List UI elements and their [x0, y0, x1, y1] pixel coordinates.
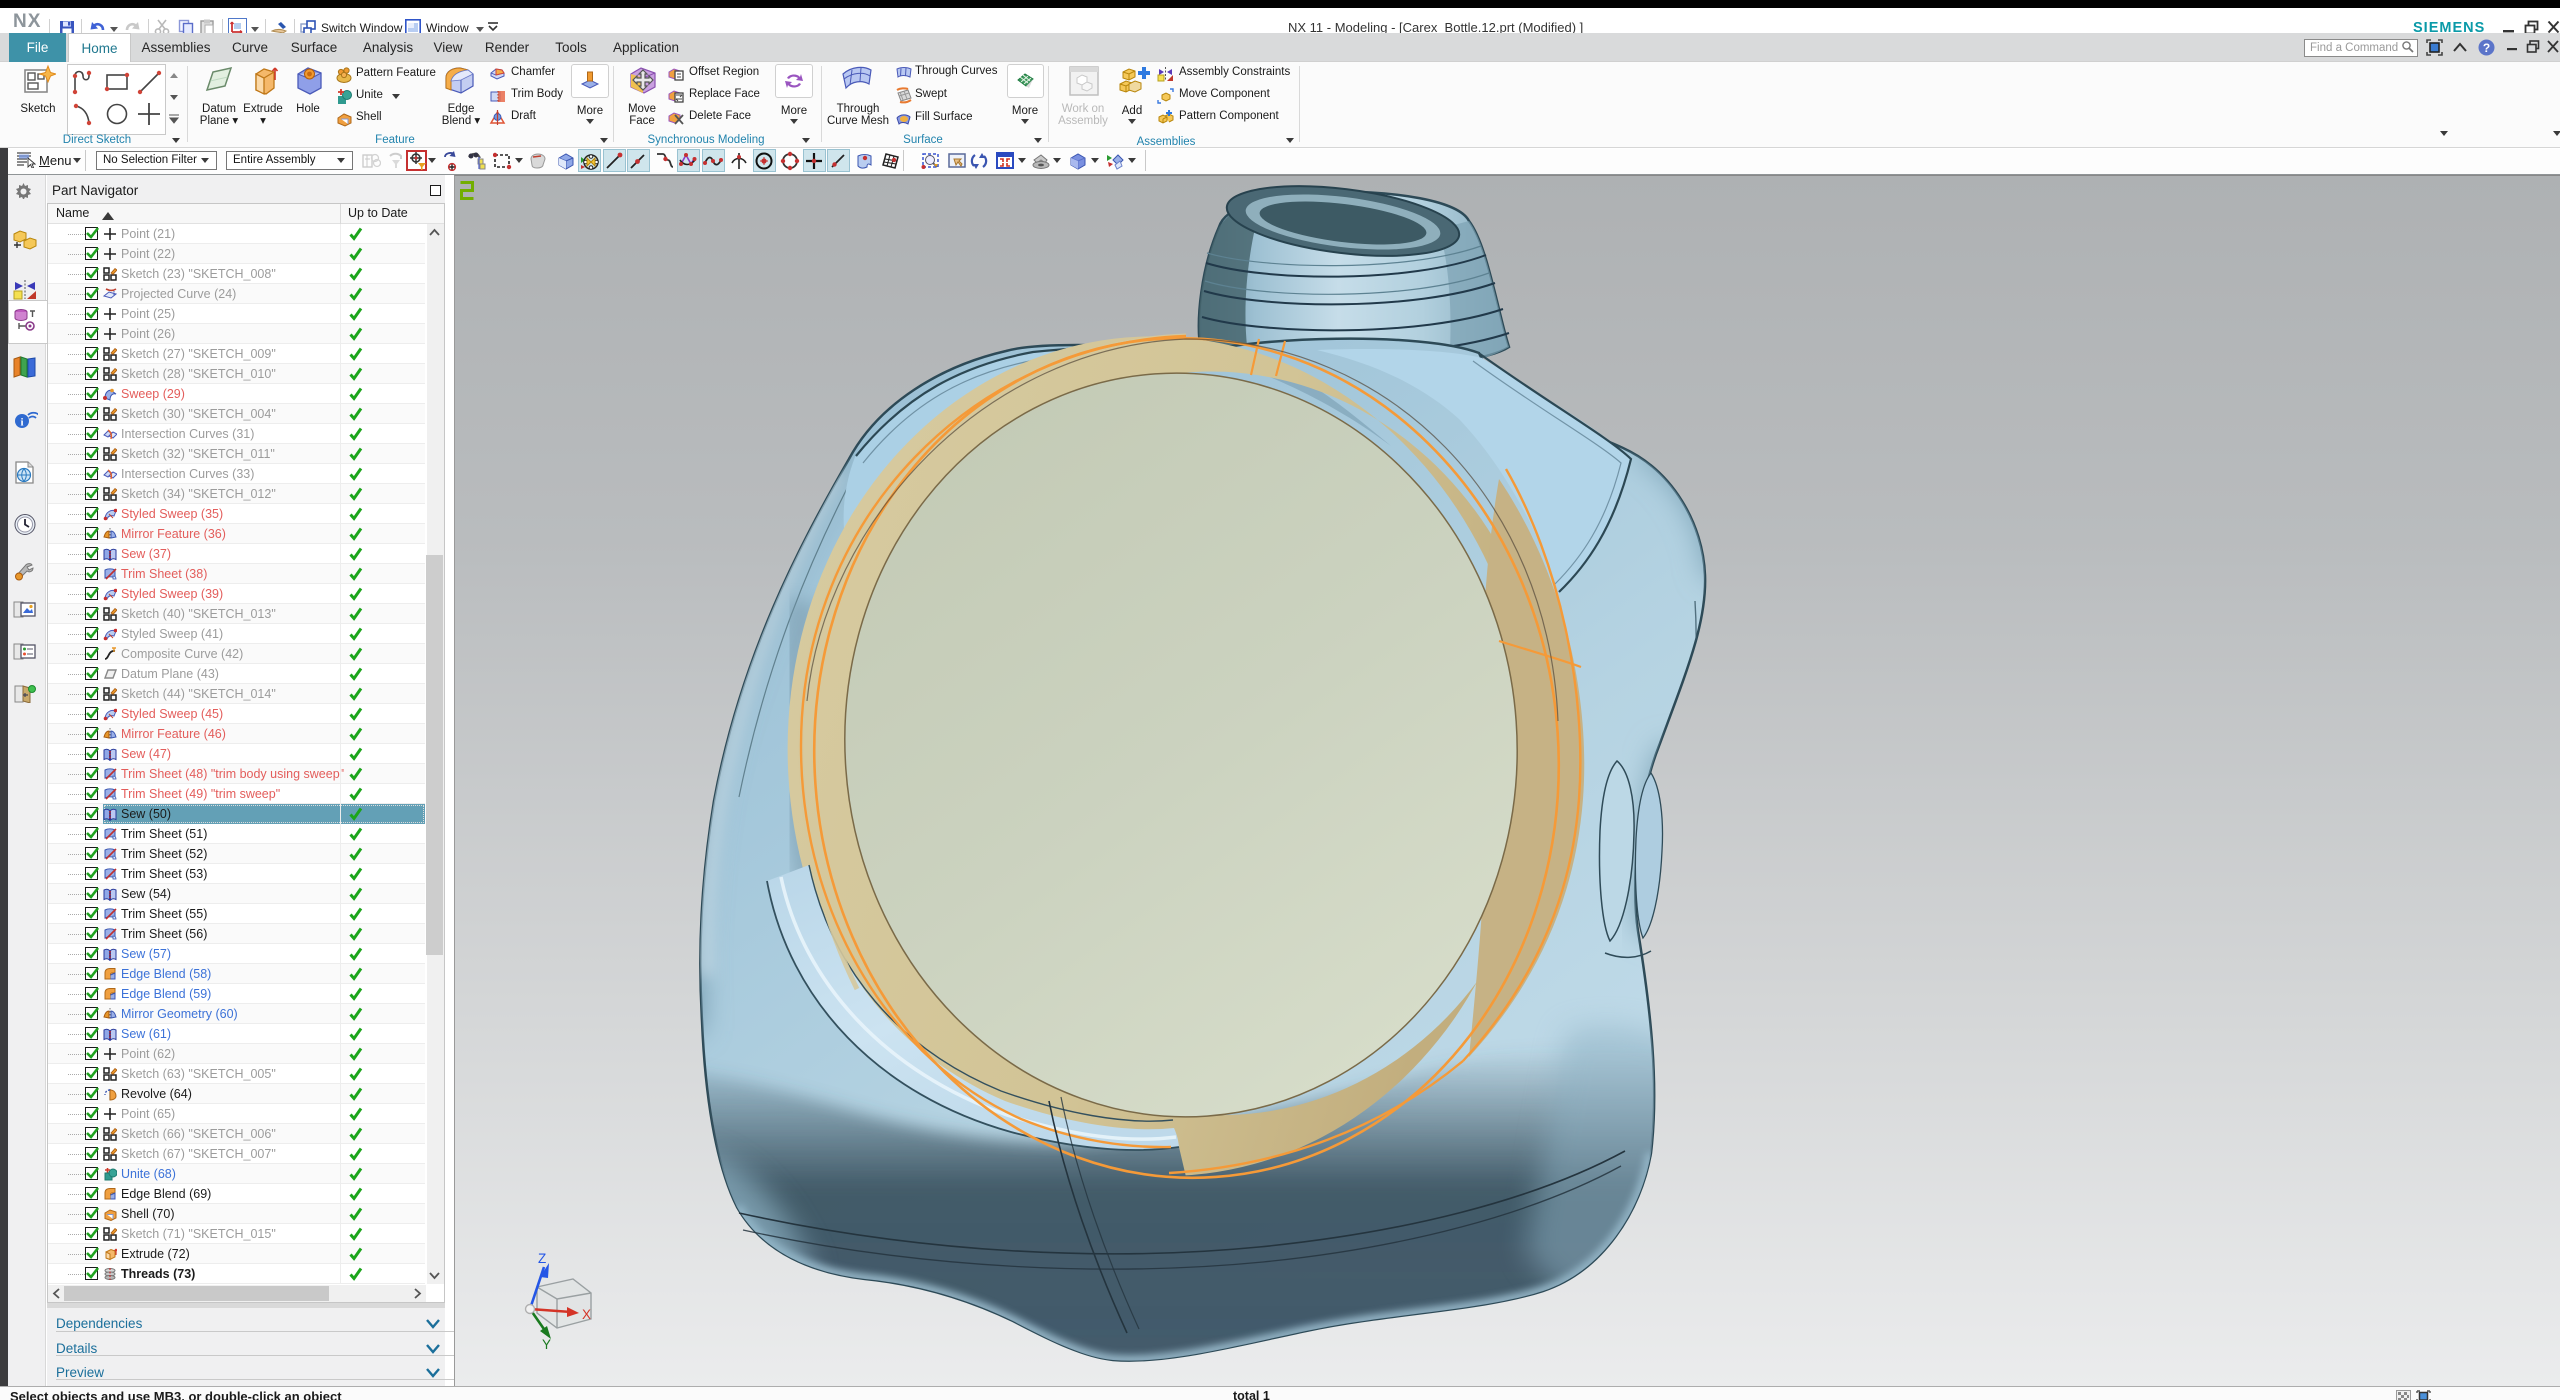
svg-text:i: i — [20, 417, 23, 429]
svg-text:?: ? — [2483, 41, 2490, 55]
svg-text:X: X — [582, 1307, 591, 1322]
svg-text:Y: Y — [542, 1337, 551, 1352]
svg-text:Z: Z — [538, 1251, 546, 1266]
